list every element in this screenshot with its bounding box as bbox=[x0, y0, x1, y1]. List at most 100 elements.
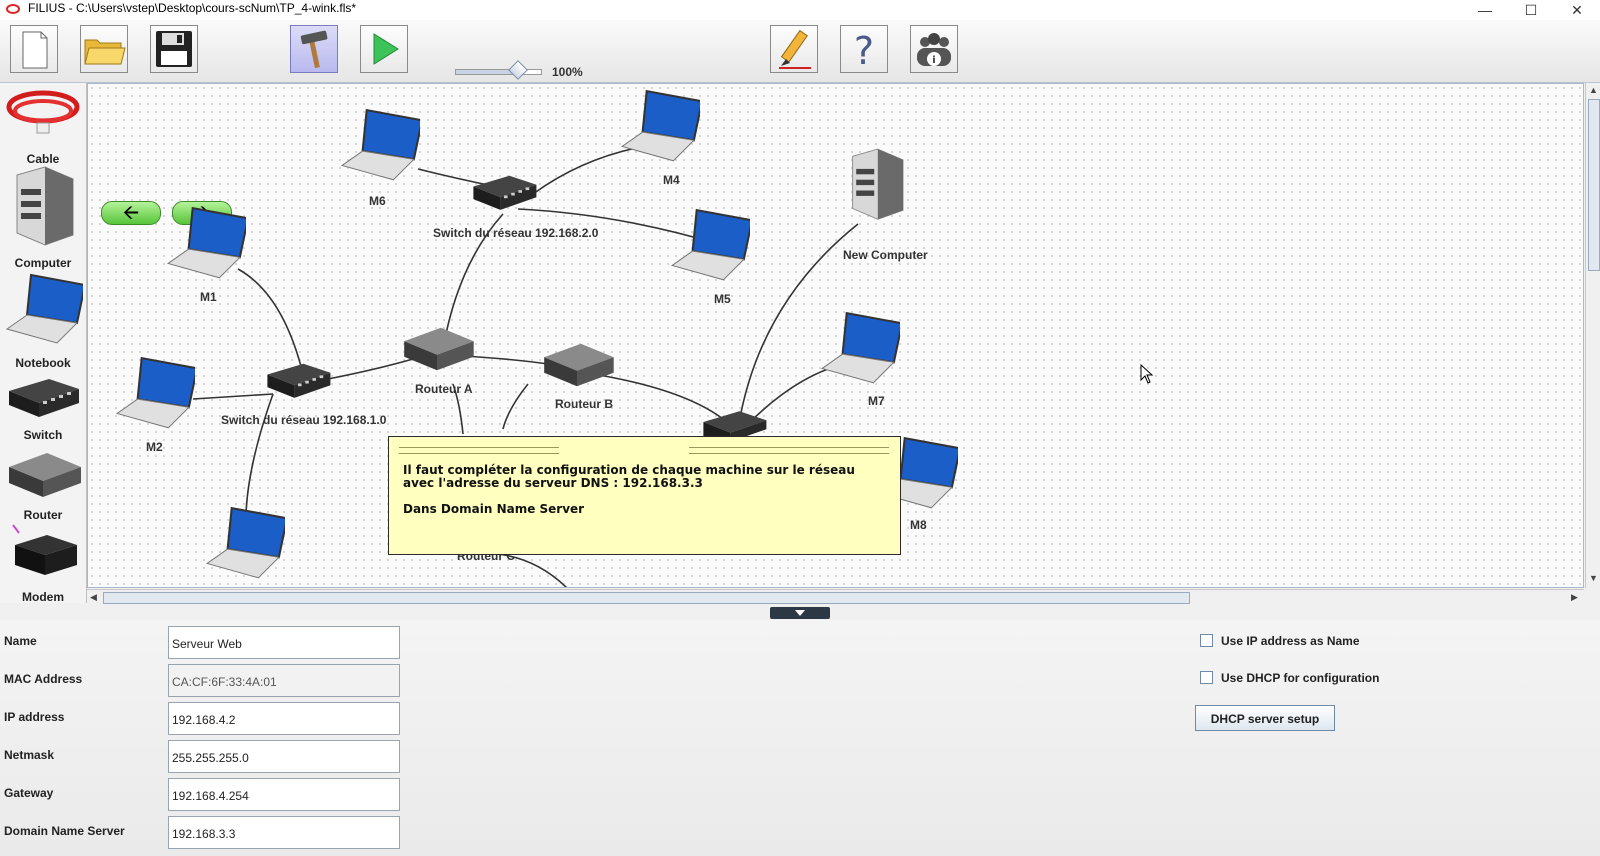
ip-label: IP address bbox=[4, 710, 65, 724]
notebook-m4[interactable] bbox=[618, 87, 700, 169]
palette-label: Router bbox=[23, 508, 63, 522]
router-a[interactable] bbox=[398, 320, 476, 376]
dns-server-field[interactable]: 192.168.3.3 bbox=[168, 816, 400, 849]
note-textbox[interactable]: Il faut compléter la configuration de ch… bbox=[388, 436, 901, 555]
node-label-new-computer: New Computer bbox=[843, 248, 928, 262]
save-file-button[interactable] bbox=[150, 25, 198, 73]
node-label-m5: M5 bbox=[714, 292, 731, 306]
node-label-switch1: Switch du réseau 192.168.1.0 bbox=[221, 413, 387, 427]
notebook-m2[interactable] bbox=[113, 354, 195, 436]
filius-app-icon bbox=[6, 4, 20, 14]
notebook-bottom[interactable] bbox=[203, 504, 285, 586]
use-dhcp-label: Use DHCP for configuration bbox=[1221, 671, 1380, 685]
computer-icon bbox=[16, 166, 74, 246]
question-mark-icon: ? bbox=[854, 29, 874, 73]
dns-label: Domain Name Server bbox=[4, 824, 125, 838]
gateway-field[interactable]: 192.168.4.254 bbox=[168, 778, 400, 811]
node-label-m7: M7 bbox=[868, 394, 885, 408]
use-dhcp-checkbox[interactable]: Use DHCP for configuration bbox=[1200, 671, 1379, 685]
vertical-scrollbar[interactable]: ▲ ▼ bbox=[1585, 83, 1600, 588]
zoom-slider[interactable] bbox=[455, 60, 542, 80]
minimize-icon[interactable]: — bbox=[1462, 0, 1508, 20]
simulation-mode-button[interactable] bbox=[360, 25, 408, 73]
router-b[interactable] bbox=[538, 336, 616, 392]
modem-icon bbox=[12, 524, 77, 575]
arrow-left-icon: 🡨 bbox=[122, 202, 140, 224]
mac-label: MAC Address bbox=[4, 672, 83, 686]
palette-computer[interactable]: Computer bbox=[0, 165, 86, 270]
property-row-netmask: Netmask 255.255.255.0 bbox=[0, 738, 410, 774]
switch-192-168-2-0[interactable] bbox=[468, 166, 540, 216]
property-row-gateway: Gateway 192.168.4.254 bbox=[0, 776, 410, 812]
scroll-down-icon[interactable]: ▼ bbox=[1589, 573, 1598, 583]
scroll-up-icon[interactable]: ▲ bbox=[1589, 85, 1598, 95]
switch-192-168-1-0[interactable] bbox=[262, 354, 334, 404]
server-new-computer[interactable] bbox=[840, 147, 912, 225]
node-label-m1: M1 bbox=[200, 290, 217, 304]
note-grip-left[interactable] bbox=[399, 447, 559, 454]
palette-notebook[interactable]: Notebook bbox=[0, 271, 87, 370]
property-row-dns: Domain Name Server 192.168.3.3 bbox=[0, 814, 410, 850]
component-palette: Cable Computer Notebook Switch Router Mo… bbox=[0, 83, 87, 604]
node-label-switch2: Switch du réseau 192.168.2.0 bbox=[433, 226, 599, 240]
palette-router[interactable]: Router bbox=[0, 445, 86, 522]
floppy-disk-icon bbox=[156, 31, 192, 67]
palette-modem[interactable]: Modem bbox=[0, 523, 86, 604]
node-label-router-a: Routeur A bbox=[415, 382, 473, 396]
name-label: Name bbox=[4, 634, 37, 648]
properties-panel: Name Serveur Web MAC Address CA:CF:6F:33… bbox=[0, 620, 1600, 856]
design-mode-button[interactable] bbox=[290, 25, 338, 73]
new-file-icon bbox=[22, 31, 48, 69]
folder-icon bbox=[84, 39, 126, 65]
help-button[interactable]: ? bbox=[840, 25, 888, 73]
svg-text:i: i bbox=[932, 55, 935, 66]
palette-switch[interactable]: Switch bbox=[0, 369, 86, 442]
title-bar: FILIUS - C:\Users\vstep\Desktop\cours-sc… bbox=[0, 0, 1600, 20]
notebook-icon bbox=[5, 273, 87, 344]
info-button[interactable]: i bbox=[910, 25, 958, 73]
palette-cable[interactable]: Cable bbox=[0, 85, 86, 166]
note-line-1: Il faut compléter la configuration de ch… bbox=[403, 463, 855, 477]
note-grip-right[interactable] bbox=[689, 447, 889, 454]
notebook-m7[interactable] bbox=[818, 309, 900, 391]
new-file-button[interactable] bbox=[10, 25, 58, 73]
zoom-slider-thumb[interactable] bbox=[508, 60, 529, 80]
open-file-button[interactable] bbox=[80, 25, 128, 73]
edit-button[interactable] bbox=[770, 25, 818, 73]
use-ip-as-name-label: Use IP address as Name bbox=[1221, 634, 1360, 648]
node-label-m2: M2 bbox=[146, 440, 163, 454]
panel-collapse-toggle[interactable] bbox=[770, 607, 830, 619]
users-info-icon: i bbox=[917, 33, 951, 66]
gateway-label: Gateway bbox=[4, 786, 54, 800]
palette-label: Modem bbox=[22, 590, 64, 604]
horizontal-scroll-thumb[interactable] bbox=[103, 592, 1190, 604]
note-line-2: avec l'adresse du serveur DNS : 192.168.… bbox=[403, 476, 703, 490]
scroll-left-icon[interactable]: ◀ bbox=[90, 592, 97, 603]
switch-icon bbox=[9, 379, 79, 417]
property-row-ip: IP address 192.168.4.2 bbox=[0, 700, 410, 736]
back-arrow-button[interactable]: 🡨 bbox=[101, 201, 161, 225]
window-title: FILIUS - C:\Users\vstep\Desktop\cours-sc… bbox=[28, 1, 357, 15]
notebook-m1[interactable] bbox=[164, 204, 246, 286]
use-ip-as-name-checkbox[interactable]: Use IP address as Name bbox=[1200, 634, 1360, 648]
ip-address-field[interactable]: 192.168.4.2 bbox=[168, 702, 400, 735]
close-icon[interactable]: ✕ bbox=[1554, 0, 1600, 20]
dhcp-server-setup-button[interactable]: DHCP server setup bbox=[1195, 705, 1335, 731]
name-field[interactable]: Serveur Web bbox=[168, 626, 400, 659]
checkbox-box[interactable] bbox=[1200, 671, 1213, 684]
netmask-field[interactable]: 255.255.255.0 bbox=[168, 740, 400, 773]
play-icon bbox=[373, 33, 399, 65]
palette-label: Notebook bbox=[15, 356, 71, 370]
node-label-m6: M6 bbox=[369, 194, 386, 208]
vertical-scroll-thumb[interactable] bbox=[1588, 99, 1600, 271]
toolbar: 100% ? i bbox=[0, 20, 1600, 83]
notebook-m6[interactable] bbox=[338, 106, 420, 188]
mac-address-field: CA:CF:6F:33:4A:01 bbox=[168, 664, 400, 697]
horizontal-scrollbar[interactable]: ◀ ▶ bbox=[87, 589, 1584, 606]
zoom-label: 100% bbox=[552, 65, 583, 79]
maximize-icon[interactable]: ☐ bbox=[1508, 0, 1554, 20]
notebook-m5[interactable] bbox=[668, 206, 750, 288]
note-line-3: Dans Domain Name Server bbox=[403, 502, 585, 516]
scroll-right-icon[interactable]: ▶ bbox=[1571, 592, 1578, 603]
checkbox-box[interactable] bbox=[1200, 634, 1213, 647]
